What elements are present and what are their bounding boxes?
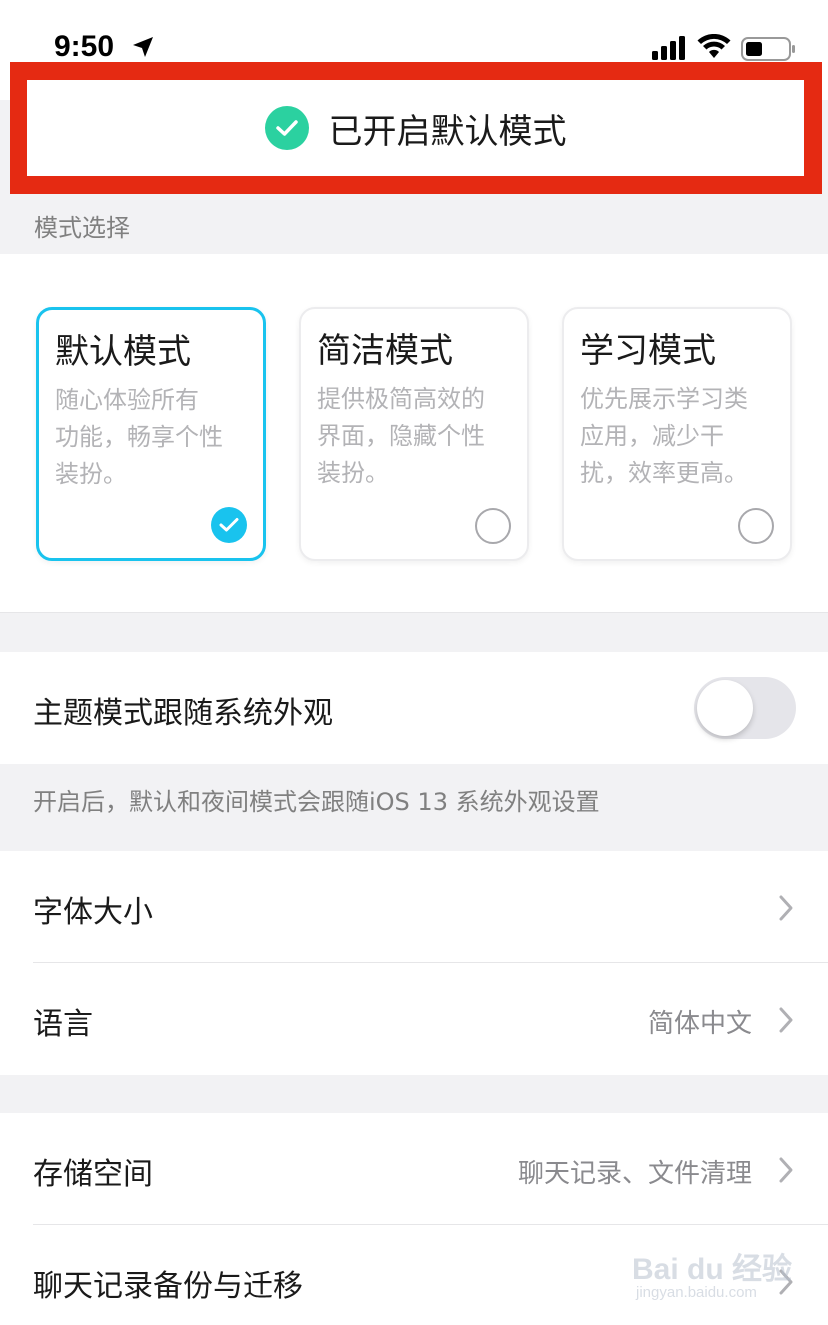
- radio-checked-icon[interactable]: [211, 507, 247, 543]
- font-size-label: 字体大小: [33, 895, 153, 930]
- mode-card-desc-line: 随心体验所有: [55, 386, 199, 414]
- section-header: 模式选择: [0, 194, 828, 254]
- chevron-right-icon: [779, 895, 793, 921]
- mode-card-desc-line: 扰，效率更高。: [580, 459, 748, 487]
- theme-follow-label: 主题模式跟随系统外观: [33, 696, 333, 731]
- mode-panel: 默认模式 随心体验所有 功能，畅享个性 装扮。 简洁模式 提供极简高效的 界面，…: [0, 254, 828, 613]
- mode-card-desc-line: 装扮。: [55, 460, 127, 488]
- chat-backup-label: 聊天记录备份与迁移: [33, 1269, 303, 1304]
- status-time: 9:50: [54, 30, 115, 63]
- chevron-right-icon: [779, 1157, 793, 1183]
- mode-card-desc-line: 界面，隐藏个性: [317, 422, 485, 450]
- wifi-icon: [697, 34, 731, 58]
- mode-card-desc-line: 优先展示学习类: [580, 385, 748, 413]
- mode-section-title: 模式选择: [34, 214, 130, 242]
- theme-follow-note: 开启后，默认和夜间模式会跟随iOS 13 系统外观设置: [33, 788, 600, 816]
- theme-follow-system-row: 主题模式跟随系统外观: [0, 652, 828, 764]
- mode-card-desc-line: 应用，减少干: [580, 422, 724, 450]
- baidu-jingyan-watermark: Bai du 经验 jingyan.baidu.com: [632, 1238, 792, 1310]
- settings-group-display: 字体大小 语言 简体中文: [0, 851, 828, 1075]
- watermark-url: jingyan.baidu.com: [636, 1284, 757, 1301]
- mode-card-desc-line: 功能，畅享个性: [55, 423, 223, 451]
- mode-card-study[interactable]: 学习模式 优先展示学习类 应用，减少干 扰，效率更高。: [562, 307, 792, 561]
- storage-value: 聊天记录、文件清理: [517, 1159, 752, 1189]
- toggle-knob: [697, 680, 753, 736]
- language-label: 语言: [33, 1007, 93, 1042]
- mode-card-title: 默认模式: [55, 332, 191, 372]
- toast-text: 已开启默认模式: [328, 111, 567, 152]
- mode-card-default[interactable]: 默认模式 随心体验所有 功能，畅享个性 装扮。: [36, 307, 266, 561]
- radio-unchecked-icon[interactable]: [475, 508, 511, 544]
- check-circle-icon: [264, 106, 309, 150]
- mode-card-simple[interactable]: 简洁模式 提供极简高效的 界面，隐藏个性 装扮。: [299, 307, 529, 561]
- watermark-logo-text: Bai du 经验: [632, 1253, 793, 1286]
- storage-row[interactable]: 存储空间 聊天记录、文件清理: [0, 1113, 828, 1225]
- storage-label: 存储空间: [33, 1157, 153, 1192]
- battery-icon: [741, 37, 795, 61]
- mode-card-desc-line: 装扮。: [317, 459, 389, 487]
- font-size-row[interactable]: 字体大小: [0, 851, 828, 963]
- radio-unchecked-icon[interactable]: [738, 508, 774, 544]
- chevron-right-icon: [779, 1007, 793, 1033]
- mode-card-title: 简洁模式: [317, 331, 453, 371]
- language-row[interactable]: 语言 简体中文: [0, 963, 828, 1075]
- mode-card-title: 学习模式: [580, 331, 716, 371]
- mode-enabled-toast: 已开启默认模式: [27, 80, 804, 176]
- language-value: 简体中文: [647, 1009, 752, 1039]
- theme-follow-toggle[interactable]: [694, 677, 796, 739]
- cellular-signal-icon: [652, 36, 685, 60]
- location-arrow-icon: [133, 37, 153, 57]
- mode-card-desc-line: 提供极简高效的: [317, 385, 485, 413]
